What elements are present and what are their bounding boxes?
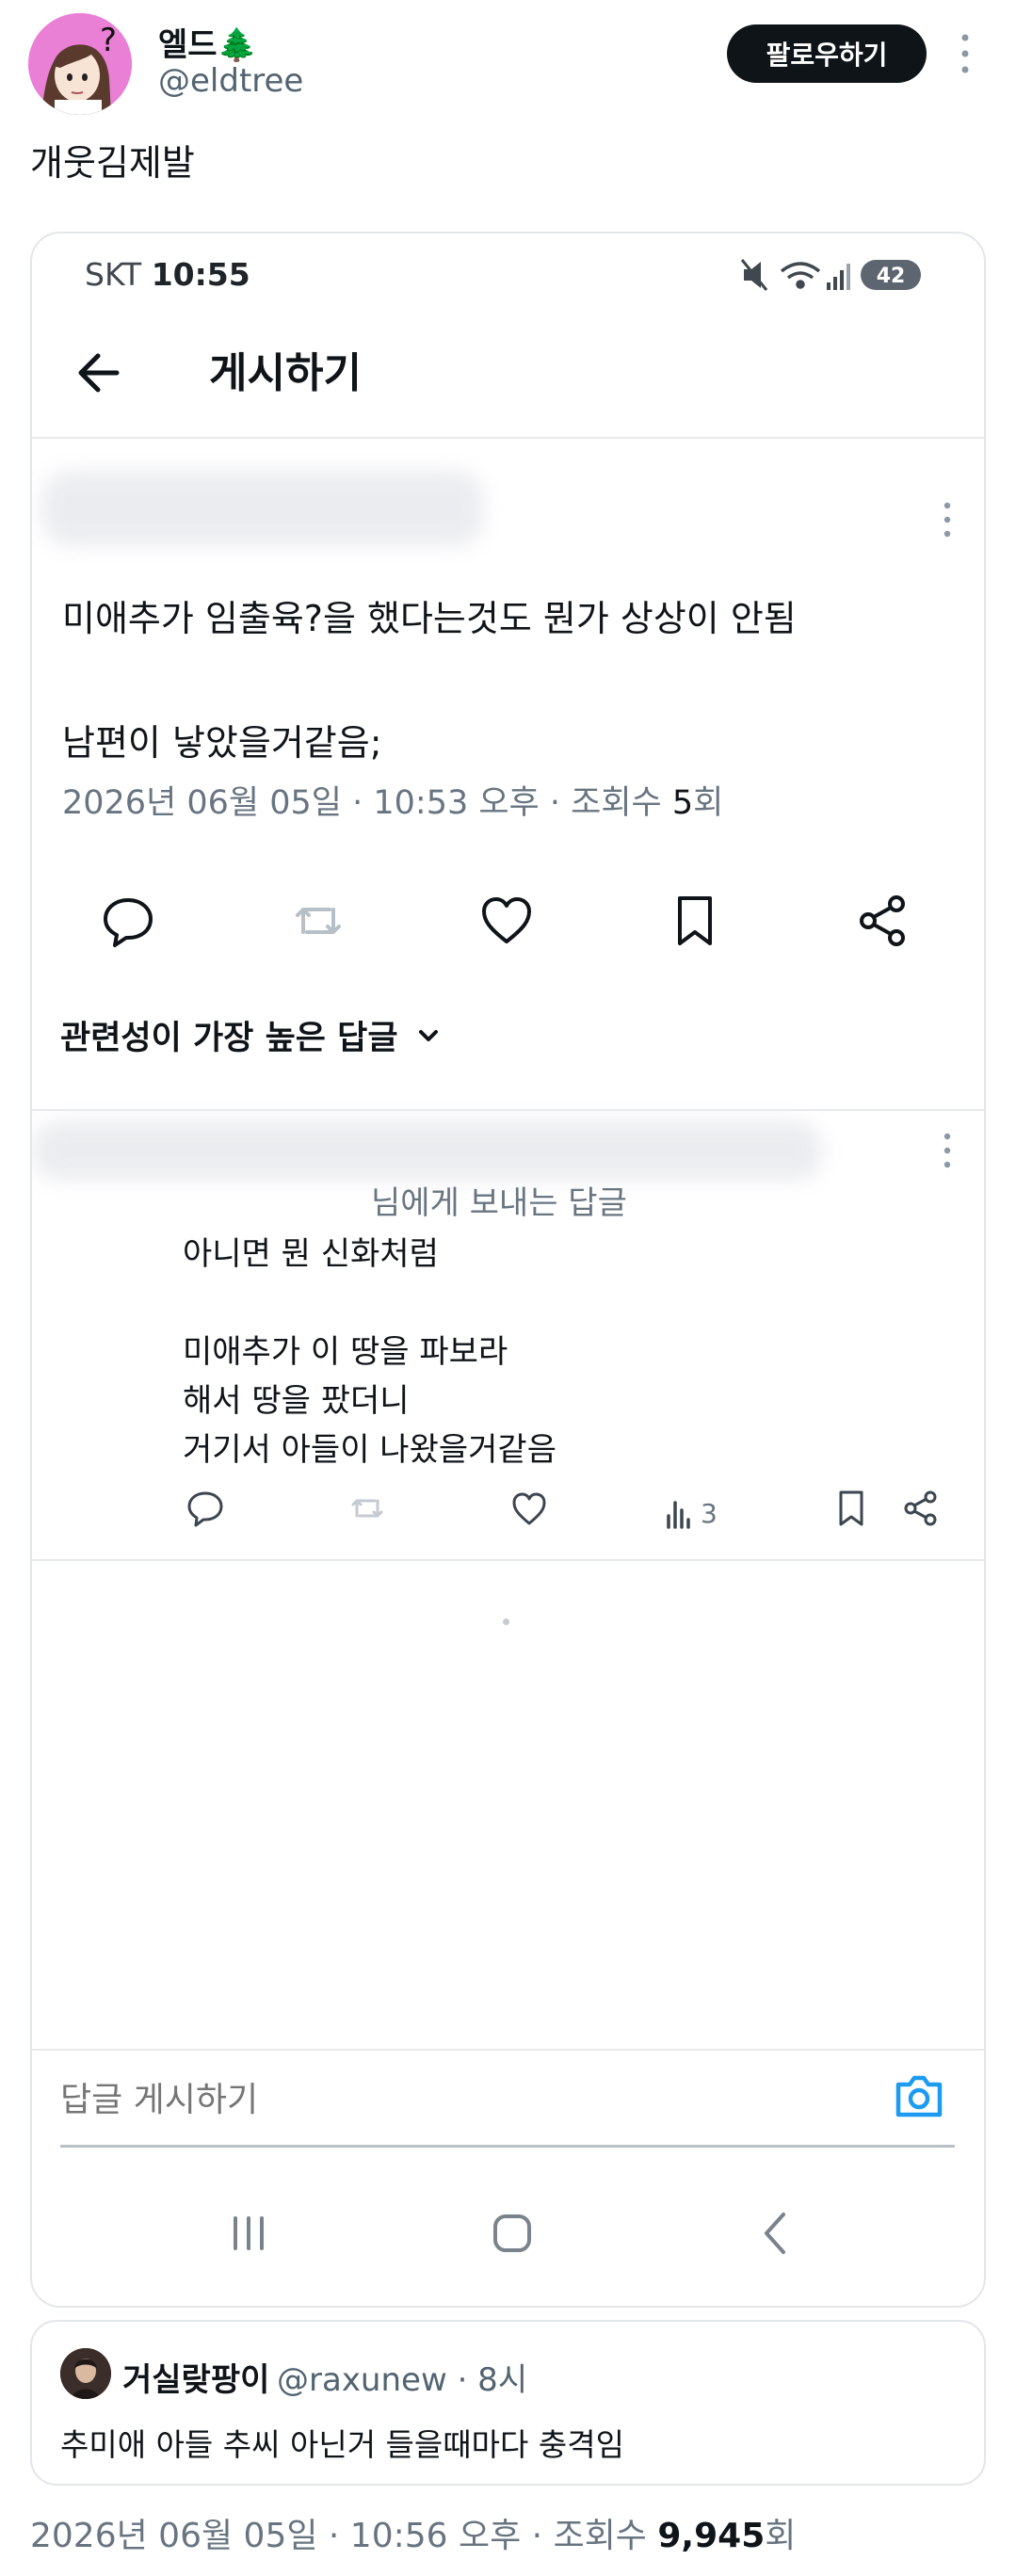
- views-button[interactable]: 3: [665, 1497, 718, 1529]
- share-icon[interactable]: [900, 1488, 942, 1529]
- reply-text-line: 미애추가 이 땅을 파보라: [183, 1333, 508, 1371]
- display-name[interactable]: 엘드🌲: [158, 19, 257, 65]
- view-suffix: 회: [693, 784, 724, 822]
- reply-icon[interactable]: [98, 891, 158, 951]
- nav-back-icon[interactable]: [748, 2205, 804, 2262]
- post-text-line: 남편이 낳았을거같음;: [62, 722, 382, 764]
- tweet-view-count: 9,945: [657, 2517, 766, 2555]
- status-bar-time: SKT 10:55: [85, 256, 250, 293]
- sort-label: 관련성이 가장 높은 답글: [60, 1020, 398, 1057]
- tweet-text: 개웃김제발: [30, 142, 195, 184]
- input-underline: [60, 2145, 955, 2148]
- user-handle[interactable]: @eldtree: [158, 62, 303, 100]
- profile-photo-icon: [60, 2348, 111, 2399]
- tweet-date: 2026년 06월 05일 · 10:56 오후 · 조회수: [30, 2517, 658, 2555]
- follow-button[interactable]: 팔로우하기: [727, 24, 927, 83]
- view-suffix: 회: [765, 2517, 797, 2555]
- analytics-icon: [667, 1501, 690, 1529]
- reply-to-label: 님에게 보내는 답글: [371, 1184, 627, 1222]
- reply-more-icon[interactable]: [936, 1130, 959, 1171]
- avatar[interactable]: ?: [28, 13, 132, 115]
- reply-input[interactable]: [60, 2081, 832, 2119]
- post-more-icon[interactable]: [936, 499, 959, 540]
- screen-title: 게시하기: [209, 349, 362, 397]
- like-icon[interactable]: [476, 891, 537, 951]
- divider: [32, 437, 984, 439]
- divider: [32, 1559, 984, 1561]
- signal-icon: [827, 264, 850, 290]
- quoted-display-name[interactable]: 거실랒팡이: [122, 2354, 269, 2400]
- retweet-icon[interactable]: [288, 891, 348, 951]
- clock: 10:55: [151, 256, 250, 293]
- sort-replies-dropdown[interactable]: 관련성이 가장 높은 답글: [60, 1011, 442, 1059]
- carrier-label: SKT: [85, 256, 142, 293]
- retweet-icon[interactable]: [347, 1488, 388, 1529]
- reply-view-count: 3: [701, 1497, 718, 1529]
- bookmark-icon[interactable]: [665, 891, 725, 951]
- embedded-screenshot[interactable]: SKT 10:55 42 게시하기 미애추가 임출육?을 했다는것도 뭔가 상상…: [30, 232, 986, 2308]
- wifi-icon: [780, 262, 821, 289]
- tweet-meta: 2026년 06월 05일 · 10:56 오후 · 조회수 9,945회: [30, 2508, 796, 2557]
- divider: [32, 1109, 984, 1111]
- camera-icon[interactable]: [891, 2068, 947, 2124]
- reply-text-line: 거기서 아들이 나왔을거같음: [183, 1431, 556, 1469]
- home-icon[interactable]: [484, 2205, 540, 2262]
- post-meta: 2026년 06월 05일 · 10:53 오후 · 조회수 5회: [62, 776, 723, 824]
- post-text-line: 미애추가 임출육?을 했다는것도 뭔가 상상이 안됨: [62, 598, 797, 639]
- bookmark-icon[interactable]: [831, 1488, 872, 1529]
- recent-apps-icon[interactable]: [220, 2205, 277, 2262]
- reply-text-line: 해서 땅을 팠더니: [183, 1382, 410, 1420]
- quoted-text: 추미애 아들 추씨 아닌거 들을때마다 충격임: [60, 2426, 624, 2463]
- chevron-down-icon: [418, 1029, 438, 1041]
- status-icons: 42: [740, 259, 921, 291]
- battery-icon: 42: [861, 260, 921, 290]
- quoted-handle[interactable]: @raxunew · 8시: [277, 2354, 527, 2400]
- mute-icon: [740, 259, 768, 291]
- share-icon[interactable]: [853, 891, 913, 951]
- post-view-count: 5: [671, 784, 694, 822]
- reply-text-line: 아니면 뭔 신화처럼: [183, 1235, 439, 1273]
- reply-icon[interactable]: [185, 1488, 226, 1529]
- like-icon[interactable]: [508, 1488, 550, 1529]
- post-date: 2026년 06월 05일 · 10:53 오후 · 조회수: [62, 784, 672, 822]
- quoted-tweet[interactable]: 거실랒팡이 @raxunew · 8시 추미애 아들 추씨 아닌거 들을때마다 …: [30, 2320, 986, 2486]
- divider: [32, 2049, 984, 2051]
- blurred-author: [41, 471, 484, 546]
- quoted-avatar: [60, 2348, 111, 2399]
- loading-indicator: [503, 1618, 509, 1625]
- svg-text:42: 42: [877, 265, 906, 288]
- more-options-icon[interactable]: [953, 30, 977, 77]
- blurred-reply-author: [32, 1120, 823, 1181]
- cartoon-girl-question-avatar-icon: ?: [28, 13, 132, 115]
- back-arrow-icon[interactable]: [72, 345, 128, 401]
- svg-text:?: ?: [100, 22, 117, 59]
